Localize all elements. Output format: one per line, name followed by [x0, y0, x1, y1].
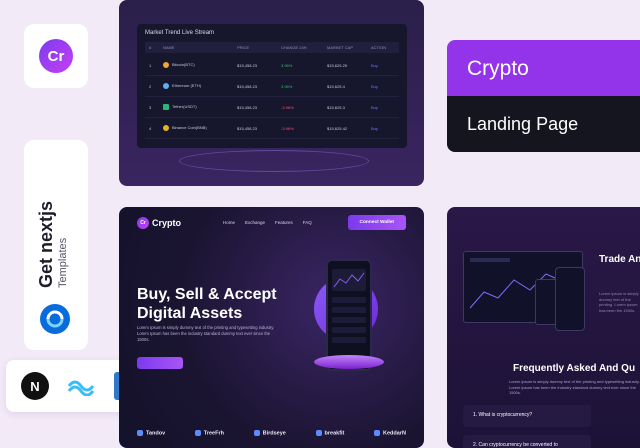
col-market-cap: MARKET CAP [327, 45, 353, 50]
trade-heading: Trade An Any tim [599, 254, 640, 265]
nav-link-exchange[interactable]: Exchange [245, 220, 265, 225]
coin-change: 3.96% [281, 62, 293, 68]
connect-wallet-button[interactable]: Connect Wallet [347, 215, 406, 230]
partner-logo: TreeFrh [195, 430, 224, 436]
landing-logo[interactable]: Cr Crypto [137, 216, 181, 229]
partner-logo: KeddarN [374, 430, 406, 436]
col-price: PRICE [237, 45, 250, 50]
sidebar-title: Get nextjs [36, 200, 56, 288]
tailwind-icon [65, 370, 97, 402]
coin-label: Binance Coin(BNB) [172, 125, 207, 131]
faq-item[interactable]: 2. Can cryptocurrency be converted to [463, 435, 591, 448]
nextjs-icon: N [19, 370, 51, 402]
nav-link-home[interactable]: Home [223, 220, 235, 225]
trade-body: Lorem ipsum is simply dummy text of the … [599, 291, 639, 313]
partner-logo: breakfit [316, 430, 345, 436]
brand-logo: Cr [39, 39, 73, 73]
market-table-header: # NAME PRICE CHANGE 24H MARKET CAP ACTIO… [145, 42, 399, 53]
table-row: 1 Bitcoin(BTC) $15,458.23 3.96% $15,625.… [145, 55, 399, 76]
coin-price: $15,458.23 [237, 83, 258, 89]
table-row: 4 Binance Coin(BNB) $15,458.23 -3.96% $1… [145, 118, 399, 139]
landing-logo-text: Crypto [152, 217, 181, 228]
coin-label: Bitcoin(BTC) [172, 62, 195, 68]
stage-ring-decoration [179, 150, 369, 172]
landing-preview-card[interactable]: Cr Crypto Home Exchange Features FAQ Con… [119, 207, 424, 448]
coin-price: $15,458.23 [237, 104, 258, 110]
landing-logo-mark: Cr [137, 216, 149, 229]
col-name: NAME [163, 45, 175, 50]
faq-item[interactable]: 1. What is cryptocurrency? [463, 405, 591, 427]
coin-cap: $15,625.4 [327, 83, 345, 89]
hero-cta-button[interactable] [137, 357, 183, 369]
hero-body: Lorem Ipsum is simply dummy text of the … [137, 325, 275, 342]
buy-button[interactable]: Buy [371, 63, 399, 68]
partner-logos: Tandov TreeFrh Birdseye breakfit KeddarN [137, 430, 406, 436]
features-preview-card[interactable]: Trade An Any tim Lorem ipsum is simply d… [447, 207, 640, 448]
coin-price: $15,458.23 [237, 62, 258, 68]
phone-mockup [555, 267, 585, 331]
swirl-logo-icon [38, 302, 72, 341]
coin-cap: $15,625.3 [327, 104, 345, 110]
coin-name: Tether(USDT) [163, 104, 233, 110]
coin-cap: $15,625.25 [327, 62, 348, 68]
buy-button[interactable]: Buy [371, 126, 399, 131]
market-preview-card[interactable]: Market Trend Live Stream # NAME PRICE CH… [119, 0, 424, 186]
coin-label: Tether(USDT) [172, 104, 197, 110]
binance-icon [163, 125, 169, 131]
bitcoin-icon [163, 62, 169, 68]
coin-name: Binance Coin(BNB) [163, 125, 233, 131]
coin-label: Ethereum (ETH) [172, 83, 202, 89]
brand-logo-tile[interactable]: Cr [24, 24, 88, 88]
coin-name: Bitcoin(BTC) [163, 62, 233, 68]
coin-change: 3.96% [281, 83, 293, 89]
ethereum-icon [163, 83, 169, 89]
col-change: CHANGE 24H [281, 45, 307, 50]
row-number: 3 [149, 104, 152, 110]
sidebar-title-group: Get nextjs Templates [36, 201, 69, 288]
buy-button[interactable]: Buy [371, 84, 399, 89]
market-table-title: Market Trend Live Stream [145, 30, 215, 36]
hero-headline: Buy, Sell & Accept Digital Assets [137, 286, 277, 323]
faq-body: Lorem ipsum is simply dummy text of the … [509, 379, 640, 396]
coin-change: -3.96% [281, 104, 294, 110]
coin-name: Ethereum (ETH) [163, 83, 233, 89]
coin-change: -3.96% [281, 125, 294, 131]
phone-chart-icon [332, 269, 366, 343]
partner-logo: Tandov [137, 430, 165, 436]
row-number: 4 [149, 125, 152, 131]
table-row: 3 Tether(USDT) $15,458.23 -3.96% $15,625… [145, 97, 399, 118]
landing-nav-links: Home Exchange Features FAQ [223, 220, 312, 225]
product-subtitle: Landing Page [447, 96, 640, 152]
svg-text:N: N [30, 379, 39, 394]
sidebar-subtitle: Templates [57, 237, 69, 288]
buy-button[interactable]: Buy [371, 105, 399, 110]
row-number: 2 [149, 83, 152, 89]
faq-title: Frequently Asked And Qu [513, 363, 636, 374]
row-number: 1 [149, 62, 152, 68]
tether-icon [163, 104, 169, 110]
coin-price: $15,458.23 [237, 125, 258, 131]
podium-decoration [314, 355, 384, 369]
col-number: # [149, 45, 152, 50]
partner-logo: Birdseye [254, 430, 286, 436]
nav-link-features[interactable]: Features [275, 220, 293, 225]
market-table: Market Trend Live Stream # NAME PRICE CH… [137, 24, 407, 148]
product-title-card: Crypto Landing Page [447, 40, 640, 152]
nav-link-faq[interactable]: FAQ [303, 220, 312, 225]
col-action: ACTION [371, 45, 387, 50]
product-title: Crypto [447, 40, 640, 96]
coin-cap: $15,625.42 [327, 125, 348, 131]
landing-nav: Cr Crypto Home Exchange Features FAQ Con… [119, 207, 424, 238]
table-row: 2 Ethereum (ETH) $15,458.23 3.96% $15,62… [145, 76, 399, 97]
